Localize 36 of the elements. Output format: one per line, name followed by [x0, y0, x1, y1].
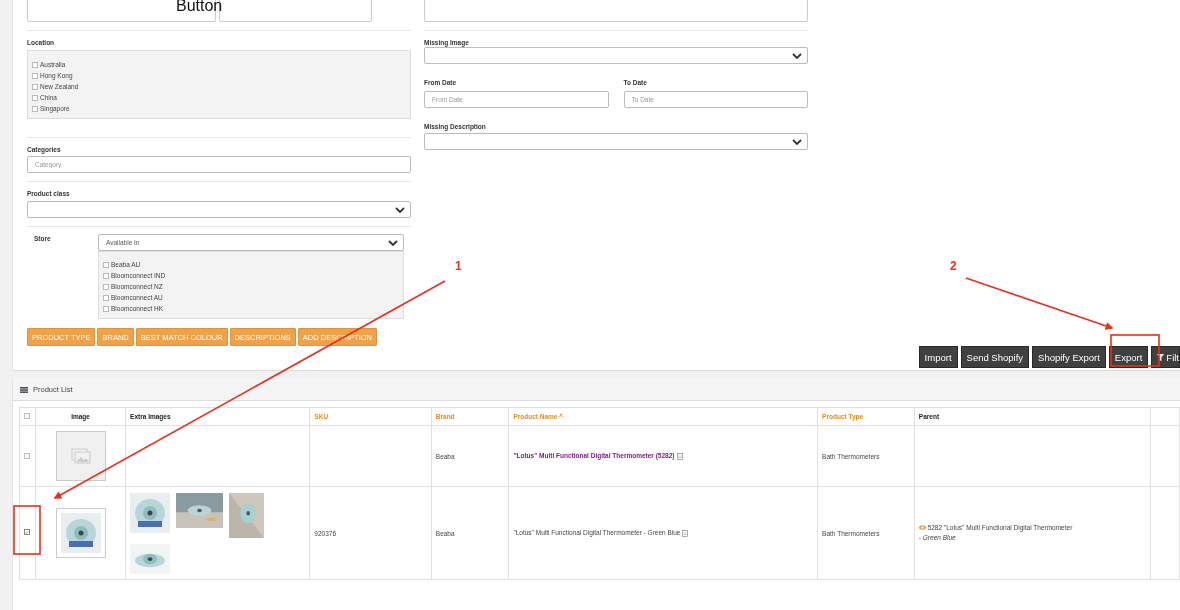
annotation-caption: Button — [176, 0, 223, 15]
checkbox[interactable] — [32, 72, 38, 79]
dropdown[interactable] — [424, 133, 808, 150]
highlight-box — [13, 505, 41, 555]
document-icon[interactable] — [682, 529, 689, 537]
eye-icon[interactable] — [918, 525, 926, 530]
checkbox[interactable] — [32, 105, 38, 112]
filter-icon — [1157, 353, 1165, 361]
checkbox[interactable] — [103, 305, 109, 312]
image-icon — [70, 448, 91, 464]
checkbox[interactable] — [32, 94, 38, 101]
checkbox[interactable] — [24, 413, 31, 419]
checkbox[interactable] — [24, 529, 31, 536]
filter-button[interactable]: Filt — [1151, 346, 1180, 368]
action-button[interactable]: Shopify Export — [1032, 346, 1106, 368]
annotation-number: 2 — [950, 259, 957, 273]
action-button[interactable]: Import — [918, 346, 958, 368]
action-button[interactable]: Send Shopify — [960, 346, 1030, 368]
chevron-down-icon — [792, 52, 802, 59]
checkbox[interactable] — [32, 61, 38, 68]
checkbox[interactable] — [103, 261, 109, 268]
highlight-box — [1110, 334, 1160, 367]
checkbox[interactable] — [103, 272, 109, 279]
document-icon[interactable] — [676, 452, 683, 460]
chevron-down-icon — [395, 206, 405, 213]
dropdown[interactable] — [424, 47, 808, 64]
list-icon — [20, 386, 28, 393]
checkbox[interactable] — [32, 83, 38, 90]
checkbox[interactable] — [103, 294, 109, 301]
annotation-number: 1 — [455, 259, 462, 273]
chevron-down-icon — [792, 138, 802, 145]
checkbox[interactable] — [103, 283, 109, 290]
dropdown[interactable] — [27, 201, 411, 218]
text-field[interactable] — [424, 0, 808, 22]
checkbox[interactable] — [24, 452, 31, 459]
chevron-down-icon — [388, 239, 398, 246]
